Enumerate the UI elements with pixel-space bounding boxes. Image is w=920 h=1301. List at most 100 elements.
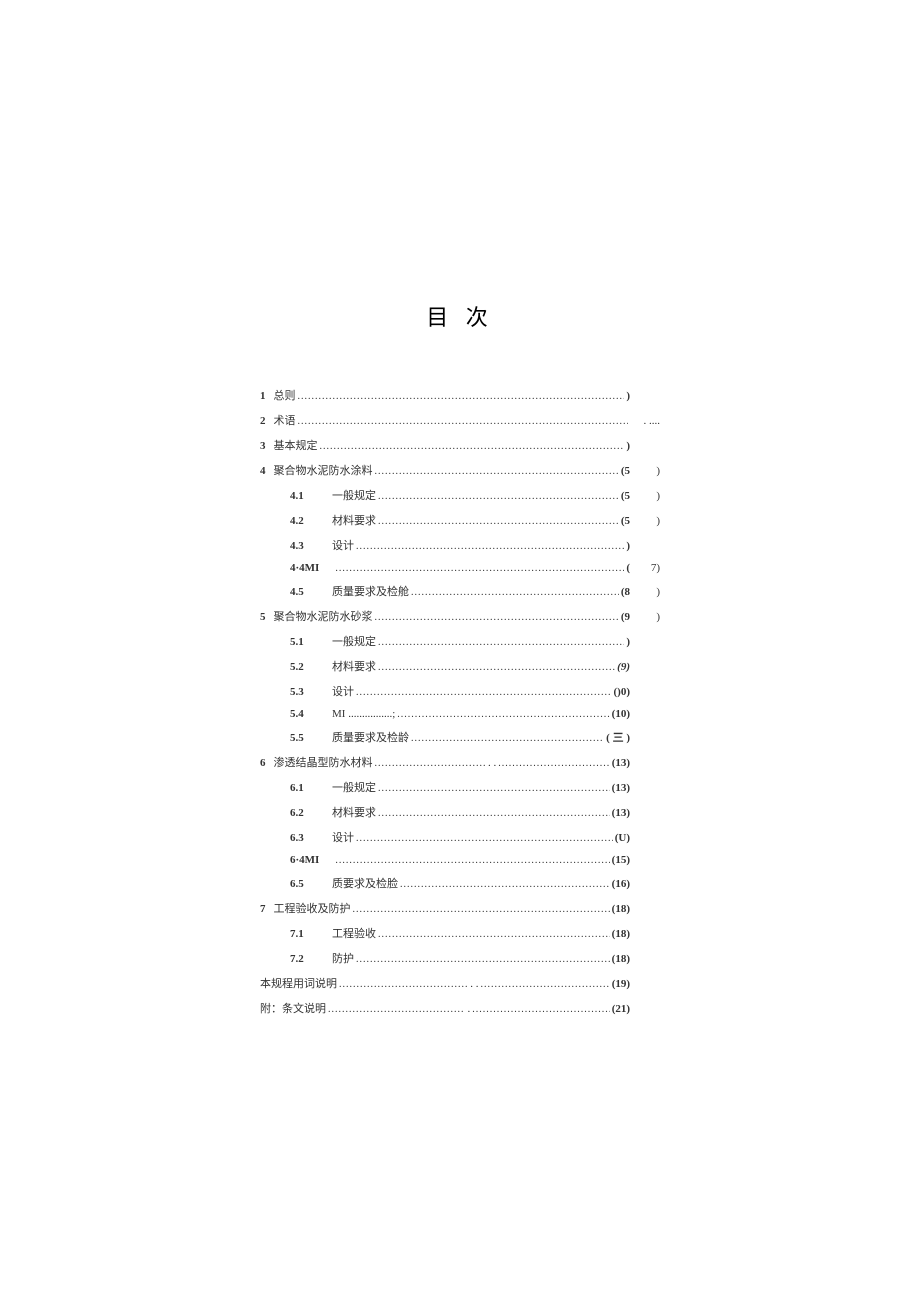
toc-section-label: 聚合物水泥防水砂浆 [274,608,373,624]
toc-trail: ) [630,465,660,477]
toc-leader-dots [378,490,619,502]
toc-entry: 1 总则) [260,387,660,403]
toc-subsection-number: 5.4 [290,708,318,720]
toc-page-number: ()0) [614,686,631,698]
toc-subsection-number: 6.3 [290,832,318,844]
toc-leader-dots [356,832,613,844]
toc-entry: 6.1一般规定(13) [260,779,660,795]
toc-leader-dots [378,515,619,527]
toc-entry: 5.3设计()0) [260,683,660,699]
toc-section-number: 2 [260,415,266,427]
toc-title: 目 次 [0,300,920,332]
toc-subsection-label: 设计 [332,537,354,553]
toc-leader-dots [328,1003,465,1015]
toc-page-number: (19) [612,978,630,990]
toc-leader-dots [298,415,629,427]
toc-subsection-label: 质要求及检脸 [332,875,398,891]
toc-page-number: (5 [621,490,630,502]
toc-page-number: (8 [621,586,630,598]
toc-entry: 5.5质量要求及检龄( 三 ) [260,729,660,745]
toc-subsection-label: 设计 [332,829,354,845]
toc-subsection-label: 质量要求及检舱 [332,583,409,599]
toc-entry: 6.5质要求及检脸(16) [260,875,660,891]
toc-leader-dots [298,390,625,402]
toc-section-label: 聚合物水泥防水涂料 [274,462,373,478]
toc-trail: 7) [630,562,660,574]
toc-leader-dots [356,686,612,698]
toc-leader-dots [335,854,609,866]
toc-page-number: (15) [612,854,630,866]
toc-section-label: 总则 [274,387,296,403]
toc-subsection-number: 6.5 [290,878,318,890]
toc-page-number: (10) [612,708,630,720]
toc-subsection-number: 5.2 [290,661,318,673]
toc-entry: 4·4MI(7) [260,562,660,574]
toc-subsection-number: 7.2 [290,953,318,965]
toc-page-number: (21) [612,1003,630,1015]
toc-entry: 6 渗透结晶型防水材料 . . (13) [260,754,660,770]
toc-page-number: (18) [612,903,630,915]
toc-section-number: 1 [260,390,266,402]
toc-subsection-number: 6.2 [290,807,318,819]
toc-entry: 7 工程验收及防护 (18) [260,900,660,916]
toc-page-number: (U) [615,832,630,844]
toc-leader-dots [397,708,609,720]
toc-leader-dots [498,757,609,769]
toc-leader-dots [335,562,624,574]
toc-subsection-label: 防护 [332,950,354,966]
toc-page-number: ) [626,540,630,552]
toc-subsection-number: 4.2 [290,515,318,527]
toc-subsection-number: 4.5 [290,586,318,598]
toc-leader-dots [411,586,619,598]
toc-leader-dots [411,732,604,744]
toc-leader-dots [375,757,486,769]
toc-mid-gap: . [467,1003,470,1015]
toc-leader-dots [356,953,610,965]
toc-leader-dots [480,978,609,990]
toc-subsection-number: 7.1 [290,928,318,940]
toc-subsection-number: 6·4MI [290,854,319,866]
toc-leader-dots [400,878,610,890]
toc-entry: 5聚合物水泥防水砂浆(9) [260,608,660,624]
toc-subsection-label: 工程验收 [332,925,376,941]
toc-entry: 5.1 一般规定) [260,633,660,649]
toc-leader-dots [356,540,624,552]
toc-page-number: (13) [612,757,630,769]
toc-trail: ) [630,515,660,527]
toc-entry: 6·4MI (15) [260,854,660,866]
toc-entry: 3基本规定) [260,437,660,453]
toc-mid-gap: . . [488,757,496,769]
toc-leader-dots [378,807,610,819]
toc-leader-dots [378,782,610,794]
toc-entry: 4.2材料要求(5) [260,512,660,528]
toc-subsection-number: 5.1 [290,636,318,648]
toc-subsection-label: 一般规定 [332,633,376,649]
toc-plain-label: 附：条文说明 [260,1000,326,1016]
toc-entry: 4.1一般规定(5) [260,487,660,503]
toc-leader-dots [378,661,615,673]
toc-page-number: (13) [612,807,630,819]
toc-trail: ) [630,490,660,502]
toc-leader-dots [472,1003,609,1015]
toc-section-label: 基本规定 [274,437,318,453]
toc-section-number: 6 [260,757,266,769]
toc-section-label: 工程验收及防护 [274,900,351,916]
toc-page-number: (9 [621,611,630,623]
toc-entry: 本规程用词说明 . . (19) [260,975,660,991]
toc-mid-gap: . . [470,978,478,990]
toc-subsection-label: 一般规定 [332,487,376,503]
toc-section-number: 4 [260,465,266,477]
toc-subsection-label: 材料要求 [332,658,376,674]
toc-plain-label: 本规程用词说明 [260,975,337,991]
toc-subsection-label: MI ................; [332,708,395,720]
toc-leader-dots [378,636,624,648]
toc-leader-dots [375,611,619,623]
toc-page-number: ) [626,390,630,402]
toc-entry: 6.3 设计 (U) [260,829,660,845]
toc-section-label: 渗透结晶型防水材料 [274,754,373,770]
toc-entry: 6.2材料要求(13) [260,804,660,820]
toc-page-number: ) [626,636,630,648]
toc-section-number: 7 [260,903,266,915]
toc-trail: ) [630,611,660,623]
toc-entry: 5.2材料要求(9) [260,658,660,674]
